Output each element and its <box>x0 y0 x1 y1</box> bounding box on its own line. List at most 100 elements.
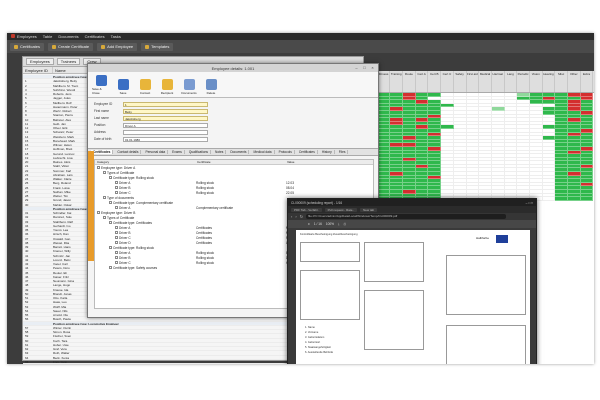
reload-icon[interactable]: ↻ <box>300 214 303 219</box>
toolbar-add-employee-button[interactable]: Add Employee <box>97 42 138 51</box>
back-icon[interactable]: ‹ <box>291 214 292 219</box>
expand-toggle-icon[interactable] <box>103 216 106 219</box>
last-name-field[interactable]: Jakobsberg <box>123 115 208 121</box>
toolbar-certificates-button[interactable]: Certificates <box>10 42 45 51</box>
zoom-level[interactable]: 100% <box>326 222 334 226</box>
forward-icon[interactable]: › <box>295 214 296 219</box>
save-close-button[interactable]: Save & Close <box>92 75 110 95</box>
detail-tab[interactable]: Medical data <box>251 150 275 154</box>
detail-tab[interactable]: Personal data <box>143 150 169 154</box>
checkbox-icon[interactable] <box>115 206 118 209</box>
toolbar-create-certificate-button[interactable]: Create Certificate <box>48 42 94 51</box>
detail-tab[interactable]: Files <box>337 150 349 154</box>
expand-toggle-icon[interactable] <box>109 221 112 224</box>
tree-item-label: Certificate type: Complementary certific… <box>113 200 174 205</box>
matrix-column-header[interactable]: Fitness <box>378 71 391 92</box>
toolbar-templates-button[interactable]: Templates <box>141 42 174 51</box>
expand-toggle-icon[interactable] <box>103 196 106 199</box>
matrix-cell[interactable] <box>555 197 568 201</box>
recipient-button[interactable]: Recipient <box>158 79 176 95</box>
tree-header-value[interactable]: Value <box>285 160 365 164</box>
first-name-field[interactable]: Betty <box>123 108 208 114</box>
expand-toggle-icon[interactable] <box>97 211 100 214</box>
app-tab-documents[interactable]: Documents <box>58 34 78 39</box>
minimize-icon[interactable]: – <box>354 65 359 70</box>
matrix-column-header[interactable]: Safety <box>454 71 467 92</box>
contact-button[interactable]: Contact <box>136 79 154 95</box>
delete-button[interactable]: Delete <box>202 79 220 95</box>
checkbox-icon[interactable] <box>115 181 118 184</box>
matrix-column-header[interactable]: Hearing <box>543 71 556 92</box>
matrix-column-header[interactable]: First aid <box>467 71 480 92</box>
checkbox-icon[interactable] <box>115 241 118 244</box>
checkbox-icon[interactable] <box>115 256 118 259</box>
detail-tab[interactable]: Certificates <box>91 150 114 154</box>
list-tab-trainees[interactable]: Trainees <box>56 58 81 65</box>
checkbox-icon[interactable] <box>115 236 118 239</box>
checkbox-icon[interactable] <box>115 186 118 189</box>
documents-button[interactable]: Documents <box>180 79 198 95</box>
employee-id-field[interactable]: 1 <box>123 101 208 107</box>
tree-header-certificate[interactable]: Certificate <box>195 160 285 164</box>
matrix-column-header[interactable]: Other <box>568 71 581 92</box>
matrix-column-header[interactable]: Cert C <box>441 71 454 92</box>
checkbox-icon[interactable] <box>115 231 118 234</box>
checkbox-icon[interactable] <box>115 226 118 229</box>
matrix-cell[interactable] <box>542 197 556 201</box>
save-button[interactable]: Save <box>114 79 132 95</box>
address-field[interactable] <box>123 129 208 135</box>
tree-header-category[interactable]: Category <box>95 160 195 164</box>
maximize-icon[interactable]: □ <box>362 65 367 70</box>
matrix-column-header[interactable]: Hazmat <box>492 71 505 92</box>
print-icon[interactable]: ⎙ <box>343 222 346 226</box>
detail-tab[interactable]: Protocols <box>277 150 295 154</box>
download-icon[interactable]: ⤓ <box>338 222 339 226</box>
matrix-column-header[interactable]: Route <box>403 71 416 92</box>
close-icon[interactable]: × <box>370 65 375 70</box>
matrix-column-header[interactable]: Vision <box>530 71 543 92</box>
page-indicator[interactable]: 1 / 16 <box>314 222 322 226</box>
browser-tab-3[interactable]: New tab <box>360 207 378 212</box>
position-field[interactable]: Driver A <box>123 122 208 128</box>
menu-icon[interactable]: ≡ <box>308 222 310 226</box>
matrix-column-header[interactable]: Extra <box>581 71 594 92</box>
address-bar[interactable]: file:///C:/Users/admin/AppData/Local/Win… <box>306 214 506 219</box>
detail-tab[interactable]: History <box>320 150 335 154</box>
matrix-column-header[interactable]: Periodic <box>517 71 530 92</box>
birthdate-field[interactable]: 01.01.1980 <box>123 136 208 142</box>
expand-toggle-icon[interactable] <box>109 176 112 179</box>
expand-toggle-icon[interactable] <box>109 246 112 249</box>
detail-tab[interactable]: Contact details <box>115 150 142 154</box>
checkbox-icon[interactable] <box>115 261 118 264</box>
matrix-column-header[interactable]: Misc <box>555 71 568 92</box>
detail-tab[interactable]: Qualifications <box>187 150 212 154</box>
browser-tab-2[interactable]: Pull request - Rate.. <box>324 207 358 212</box>
pdf-window-controls[interactable]: – □ × <box>526 201 533 205</box>
checkbox-icon[interactable] <box>115 251 118 254</box>
matrix-cell[interactable] <box>580 197 594 201</box>
detail-tab[interactable]: Certificates <box>297 150 318 154</box>
expand-toggle-icon[interactable] <box>109 266 112 269</box>
matrix-column-header[interactable]: Lang <box>505 71 518 92</box>
expand-toggle-icon[interactable] <box>97 166 100 169</box>
matrix-column-header[interactable]: Cert A <box>416 71 429 92</box>
detail-side-tab[interactable] <box>88 151 94 261</box>
detail-tab[interactable]: Exams <box>170 150 185 154</box>
matrix-cell[interactable] <box>568 197 581 201</box>
matrix-column-header[interactable]: Training <box>390 71 404 92</box>
expand-toggle-icon[interactable] <box>103 171 106 174</box>
app-tab-employees[interactable]: Employees <box>11 34 37 39</box>
app-tab-table[interactable]: Table <box>43 34 53 39</box>
app-tab-tasks[interactable]: Tasks <box>111 34 121 39</box>
matrix-column-header[interactable]: Medical <box>479 71 492 92</box>
list-tab-employees[interactable]: Employees <box>26 58 54 65</box>
row-id: 54 <box>25 308 29 313</box>
matrix-column-header[interactable]: Cert B <box>428 71 442 92</box>
column-header-id[interactable]: Employee ID <box>23 67 53 73</box>
browser-tab-1[interactable]: PDF Tab - Verfahr. <box>291 207 322 212</box>
detail-tab[interactable]: Notes <box>213 150 227 154</box>
checkbox-icon[interactable] <box>115 191 118 194</box>
expand-toggle-icon[interactable] <box>109 201 112 204</box>
app-tab-certificates[interactable]: Certificates <box>85 34 105 39</box>
detail-tab[interactable]: Documents <box>228 150 250 154</box>
